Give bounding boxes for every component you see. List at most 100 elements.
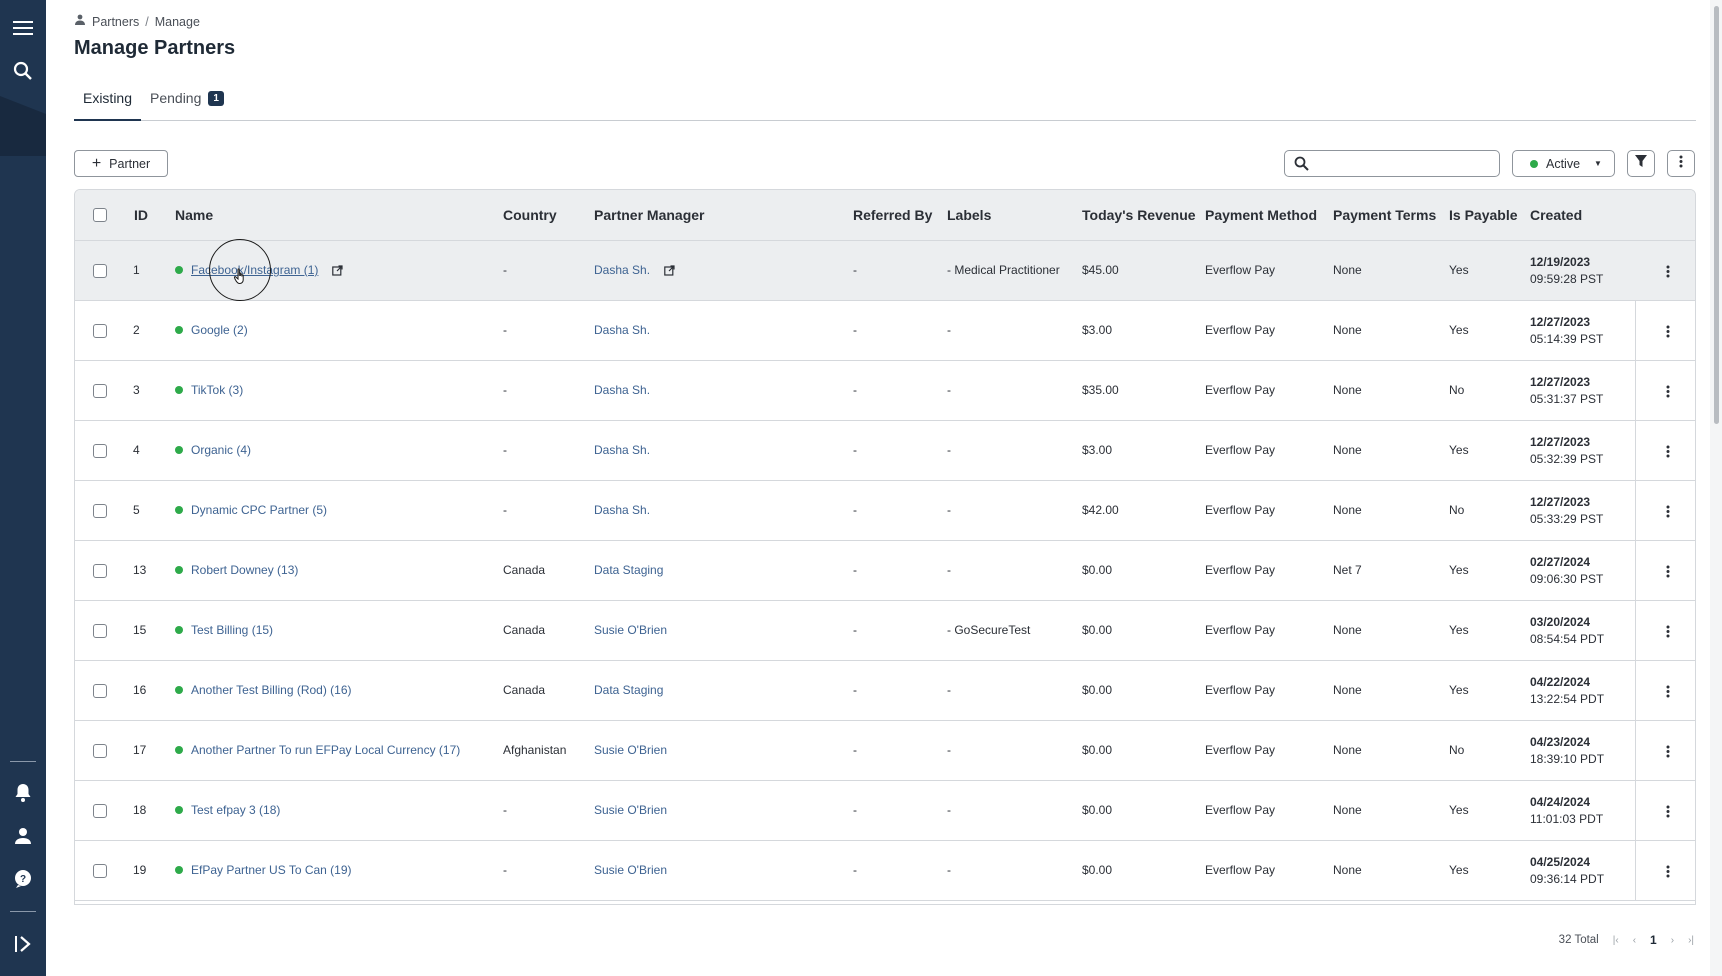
select-all-checkbox[interactable]	[93, 208, 107, 222]
row-kebab-icon[interactable]	[1659, 322, 1677, 340]
partner-name-link[interactable]: Another Partner To run EFPay Local Curre…	[191, 743, 460, 757]
row-kebab-icon[interactable]	[1659, 502, 1677, 520]
column-header-is-payable[interactable]: Is Payable	[1449, 207, 1518, 223]
row-kebab-icon[interactable]	[1659, 682, 1677, 700]
tab-pending[interactable]: Pending 1	[150, 90, 224, 106]
partner-name-link[interactable]: TikTok (3)	[191, 383, 243, 397]
partner-manager-link[interactable]: Dasha Sh.	[594, 263, 650, 277]
help-icon[interactable]: ?	[9, 865, 37, 893]
table-row[interactable]: 16 Another Test Billing (Rod) (16) Canada D…	[75, 661, 1695, 721]
tab-existing[interactable]: Existing	[74, 90, 141, 121]
row-checkbox[interactable]	[93, 384, 107, 398]
page-scrollbar[interactable]	[1710, 0, 1722, 976]
table-row[interactable]: 2 Google (2) - Dasha Sh. - - $3.00 Everflow Pay…	[75, 301, 1695, 361]
menu-icon[interactable]	[9, 14, 37, 42]
current-page[interactable]: 1	[1650, 933, 1657, 947]
partner-referred-by: -	[853, 263, 857, 277]
table-row[interactable]: 18 Test efpay 3 (18) - Susie O'Brien - - $0.00…	[75, 781, 1695, 841]
row-divider	[1635, 421, 1636, 481]
previous-page-icon[interactable]: ‹	[1633, 935, 1636, 946]
partner-revenue: $0.00	[1082, 623, 1113, 637]
status-dot	[175, 566, 183, 574]
next-page-icon[interactable]: ›	[1671, 935, 1674, 946]
column-header-country[interactable]: Country	[503, 207, 557, 223]
row-kebab-icon[interactable]	[1659, 382, 1677, 400]
status-filter-select[interactable]: Active ▼	[1512, 150, 1615, 177]
row-checkbox[interactable]	[93, 324, 107, 338]
column-header-name[interactable]: Name	[175, 207, 213, 223]
partner-manager-link[interactable]: Dasha Sh.	[594, 443, 650, 457]
row-checkbox[interactable]	[93, 504, 107, 518]
table-row[interactable]: 4 Organic (4) - Dasha Sh. - - $3.00 Everflow Pa…	[75, 421, 1695, 481]
column-header-created[interactable]: Created	[1530, 207, 1582, 223]
partner-manager-link[interactable]: Susie O'Brien	[594, 623, 667, 637]
external-link-icon[interactable]	[332, 264, 343, 276]
row-kebab-icon[interactable]	[1659, 742, 1677, 760]
row-checkbox[interactable]	[93, 444, 107, 458]
partner-manager-cell: Susie O'Brien	[594, 623, 667, 637]
row-divider	[1635, 361, 1636, 421]
user-icon[interactable]	[9, 822, 37, 850]
partner-manager-link[interactable]: Data Staging	[594, 683, 663, 697]
partner-manager-link[interactable]: Susie O'Brien	[594, 743, 667, 757]
partner-manager-link[interactable]: Data Staging	[594, 563, 663, 577]
row-checkbox[interactable]	[93, 864, 107, 878]
partner-manager-link[interactable]: Susie O'Brien	[594, 863, 667, 877]
row-kebab-icon[interactable]	[1659, 562, 1677, 580]
search-icon[interactable]	[9, 57, 37, 85]
search-box[interactable]	[1284, 150, 1500, 177]
row-kebab-icon[interactable]	[1659, 442, 1677, 460]
table-row[interactable]: 5 Dynamic CPC Partner (5) - Dasha Sh. - - $42.…	[75, 481, 1695, 541]
row-checkbox[interactable]	[93, 804, 107, 818]
column-header-id[interactable]: ID	[134, 207, 148, 223]
external-link-icon[interactable]	[664, 264, 675, 276]
column-header-partner-manager[interactable]: Partner Manager	[594, 207, 704, 223]
partner-name-link[interactable]: Organic (4)	[191, 443, 251, 457]
partner-name-link[interactable]: Test efpay 3 (18)	[191, 803, 280, 817]
search-input[interactable]	[1315, 154, 1495, 174]
partner-name-link[interactable]: EfPay Partner US To Can (19)	[191, 863, 352, 877]
column-header-todays-revenue[interactable]: Today's Revenue	[1082, 207, 1196, 223]
column-header-labels[interactable]: Labels	[947, 207, 991, 223]
row-checkbox[interactable]	[93, 264, 107, 278]
partner-manager-link[interactable]: Dasha Sh.	[594, 503, 650, 517]
row-kebab-icon[interactable]	[1659, 262, 1677, 280]
partner-name-link[interactable]: Dynamic CPC Partner (5)	[191, 503, 327, 517]
partner-manager-link[interactable]: Dasha Sh.	[594, 323, 650, 337]
row-checkbox[interactable]	[93, 564, 107, 578]
table-row[interactable]: 17 Another Partner To run EFPay Local Cur…	[75, 721, 1695, 781]
partner-name-link[interactable]: Google (2)	[191, 323, 248, 337]
table-row[interactable]: 13 Robert Downey (13) Canada Data Staging - -…	[75, 541, 1695, 601]
more-options-button[interactable]	[1667, 150, 1695, 177]
row-kebab-icon[interactable]	[1659, 802, 1677, 820]
row-checkbox[interactable]	[93, 624, 107, 638]
add-partner-button[interactable]: + Partner	[74, 150, 168, 177]
row-kebab-icon[interactable]	[1659, 622, 1677, 640]
table-row[interactable]: 3 TikTok (3) - Dasha Sh. - - $35.00 Everflow Pa…	[75, 361, 1695, 421]
partner-payment-terms: None	[1333, 443, 1362, 457]
pagination: 32 Total |‹ ‹ 1 › ›|	[1559, 933, 1694, 947]
bell-icon[interactable]	[9, 779, 37, 807]
scrollbar-thumb[interactable]	[1714, 6, 1719, 424]
table-row[interactable]: 19 EfPay Partner US To Can (19) - Susie O'B…	[75, 841, 1695, 901]
last-page-icon[interactable]: ›|	[1688, 935, 1694, 946]
expand-sidebar-icon[interactable]	[9, 930, 37, 958]
row-kebab-icon[interactable]	[1659, 862, 1677, 880]
partner-name-link[interactable]: Facebook/Instagram (1)	[191, 263, 318, 277]
column-header-payment-method[interactable]: Payment Method	[1205, 207, 1317, 223]
row-checkbox[interactable]	[93, 744, 107, 758]
partner-manager-link[interactable]: Dasha Sh.	[594, 383, 650, 397]
partner-manager-link[interactable]: Susie O'Brien	[594, 803, 667, 817]
partner-name-link[interactable]: Another Test Billing (Rod) (16)	[191, 683, 352, 697]
partner-name-link[interactable]: Test Billing (15)	[191, 623, 273, 637]
partner-name-link[interactable]: Robert Downey (13)	[191, 563, 298, 577]
column-header-referred-by[interactable]: Referred By	[853, 207, 932, 223]
row-checkbox[interactable]	[93, 684, 107, 698]
column-header-payment-terms[interactable]: Payment Terms	[1333, 207, 1436, 223]
first-page-icon[interactable]: |‹	[1613, 935, 1619, 946]
partner-is-payable: No	[1449, 503, 1465, 517]
filter-button[interactable]	[1627, 150, 1655, 177]
breadcrumb-root[interactable]: Partners	[92, 15, 139, 29]
table-row[interactable]: 1 Facebook/Instagram (1) - Dasha Sh. - - Medi…	[75, 241, 1695, 301]
table-row[interactable]: 15 Test Billing (15) Canada Susie O'Brien - -…	[75, 601, 1695, 661]
